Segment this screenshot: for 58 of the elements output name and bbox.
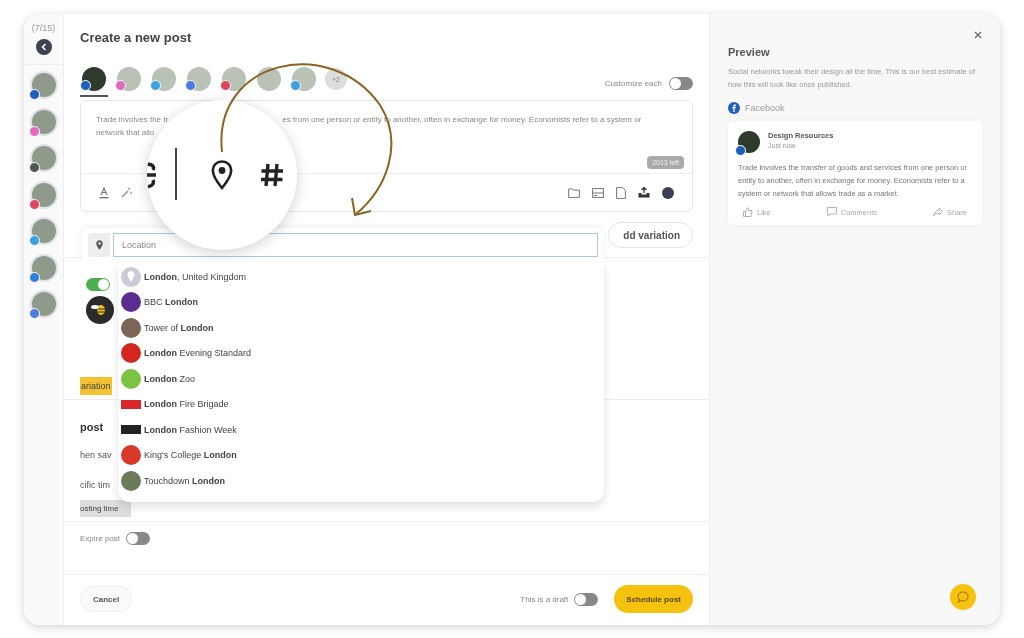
toggle-switch[interactable] xyxy=(86,278,110,291)
image-icon[interactable] xyxy=(592,187,604,198)
upload-icon[interactable] xyxy=(638,187,650,198)
suggestion-item[interactable]: London Fire Brigade xyxy=(118,391,604,417)
hashtag-icon xyxy=(260,163,284,187)
file-icon[interactable] xyxy=(616,186,626,199)
suggestion-item[interactable]: London Zoo xyxy=(118,366,604,392)
thumbs-up-icon xyxy=(743,207,753,217)
message-text: Trade involves the tr xyxy=(96,114,169,126)
page-title: Create a new post xyxy=(80,29,193,47)
add-variation-button[interactable]: dd variation xyxy=(608,222,693,248)
emoji-icon[interactable] xyxy=(662,186,674,199)
schedule-post-button[interactable]: Schedule post xyxy=(614,585,693,613)
magic-wand-icon[interactable] xyxy=(121,187,132,198)
message-text: network that allo xyxy=(96,127,155,139)
chevron-left-icon xyxy=(39,43,48,51)
option-text: hen sav xyxy=(80,449,112,461)
customize-toggle[interactable] xyxy=(669,76,693,90)
back-button[interactable] xyxy=(35,39,52,55)
preview-title: Preview xyxy=(728,45,771,59)
suggestion-item[interactable]: London Fashion Week xyxy=(118,417,604,443)
facebook-badge-icon xyxy=(735,145,746,156)
section-heading: post xyxy=(80,420,104,434)
suggestion-item[interactable]: BBC London xyxy=(118,289,604,315)
account-avatar[interactable] xyxy=(31,146,56,170)
suggestion-item[interactable]: London Evening Standard xyxy=(118,340,604,366)
comment-icon xyxy=(826,207,837,217)
draft-toggle[interactable] xyxy=(574,592,599,606)
customize-label: Customize each xyxy=(604,78,662,88)
strikethrough-icon xyxy=(147,161,157,189)
variation-tag: ariation xyxy=(80,377,112,395)
close-icon[interactable] xyxy=(974,31,982,39)
suggestion-item[interactable]: King's College London xyxy=(118,442,604,468)
location-pin-icon xyxy=(88,233,110,257)
suggestion-item[interactable]: London, United Kingdom xyxy=(118,264,604,290)
location-pin-icon xyxy=(211,160,233,190)
draft-label: This is a draft xyxy=(520,594,569,604)
suggestion-item[interactable]: Tower of London xyxy=(118,315,604,341)
account-counter: (7/15) xyxy=(31,23,56,33)
option-text: cific tim xyxy=(80,479,110,491)
cancel-button[interactable]: Cancel xyxy=(80,586,133,612)
facebook-icon xyxy=(728,102,740,114)
posting-time-tag: osting time xyxy=(80,500,131,517)
account-avatar[interactable] xyxy=(31,73,56,97)
network-name: Facebook xyxy=(745,103,785,113)
folder-icon[interactable] xyxy=(568,187,580,198)
text-color-icon[interactable] xyxy=(99,186,109,199)
suggestion-item[interactable]: Touchdown London xyxy=(118,468,604,494)
account-avatar[interactable] xyxy=(31,255,56,280)
account-avatar[interactable] xyxy=(31,292,56,316)
bee-logo-icon xyxy=(86,296,114,324)
share-icon xyxy=(932,207,943,217)
location-input[interactable]: Location xyxy=(113,233,598,257)
expire-post-label: Expire post xyxy=(80,533,121,543)
expire-post-toggle[interactable] xyxy=(126,531,151,545)
chat-bubble-icon xyxy=(957,591,969,603)
account-tab[interactable] xyxy=(80,67,108,97)
account-avatar[interactable] xyxy=(31,182,56,207)
